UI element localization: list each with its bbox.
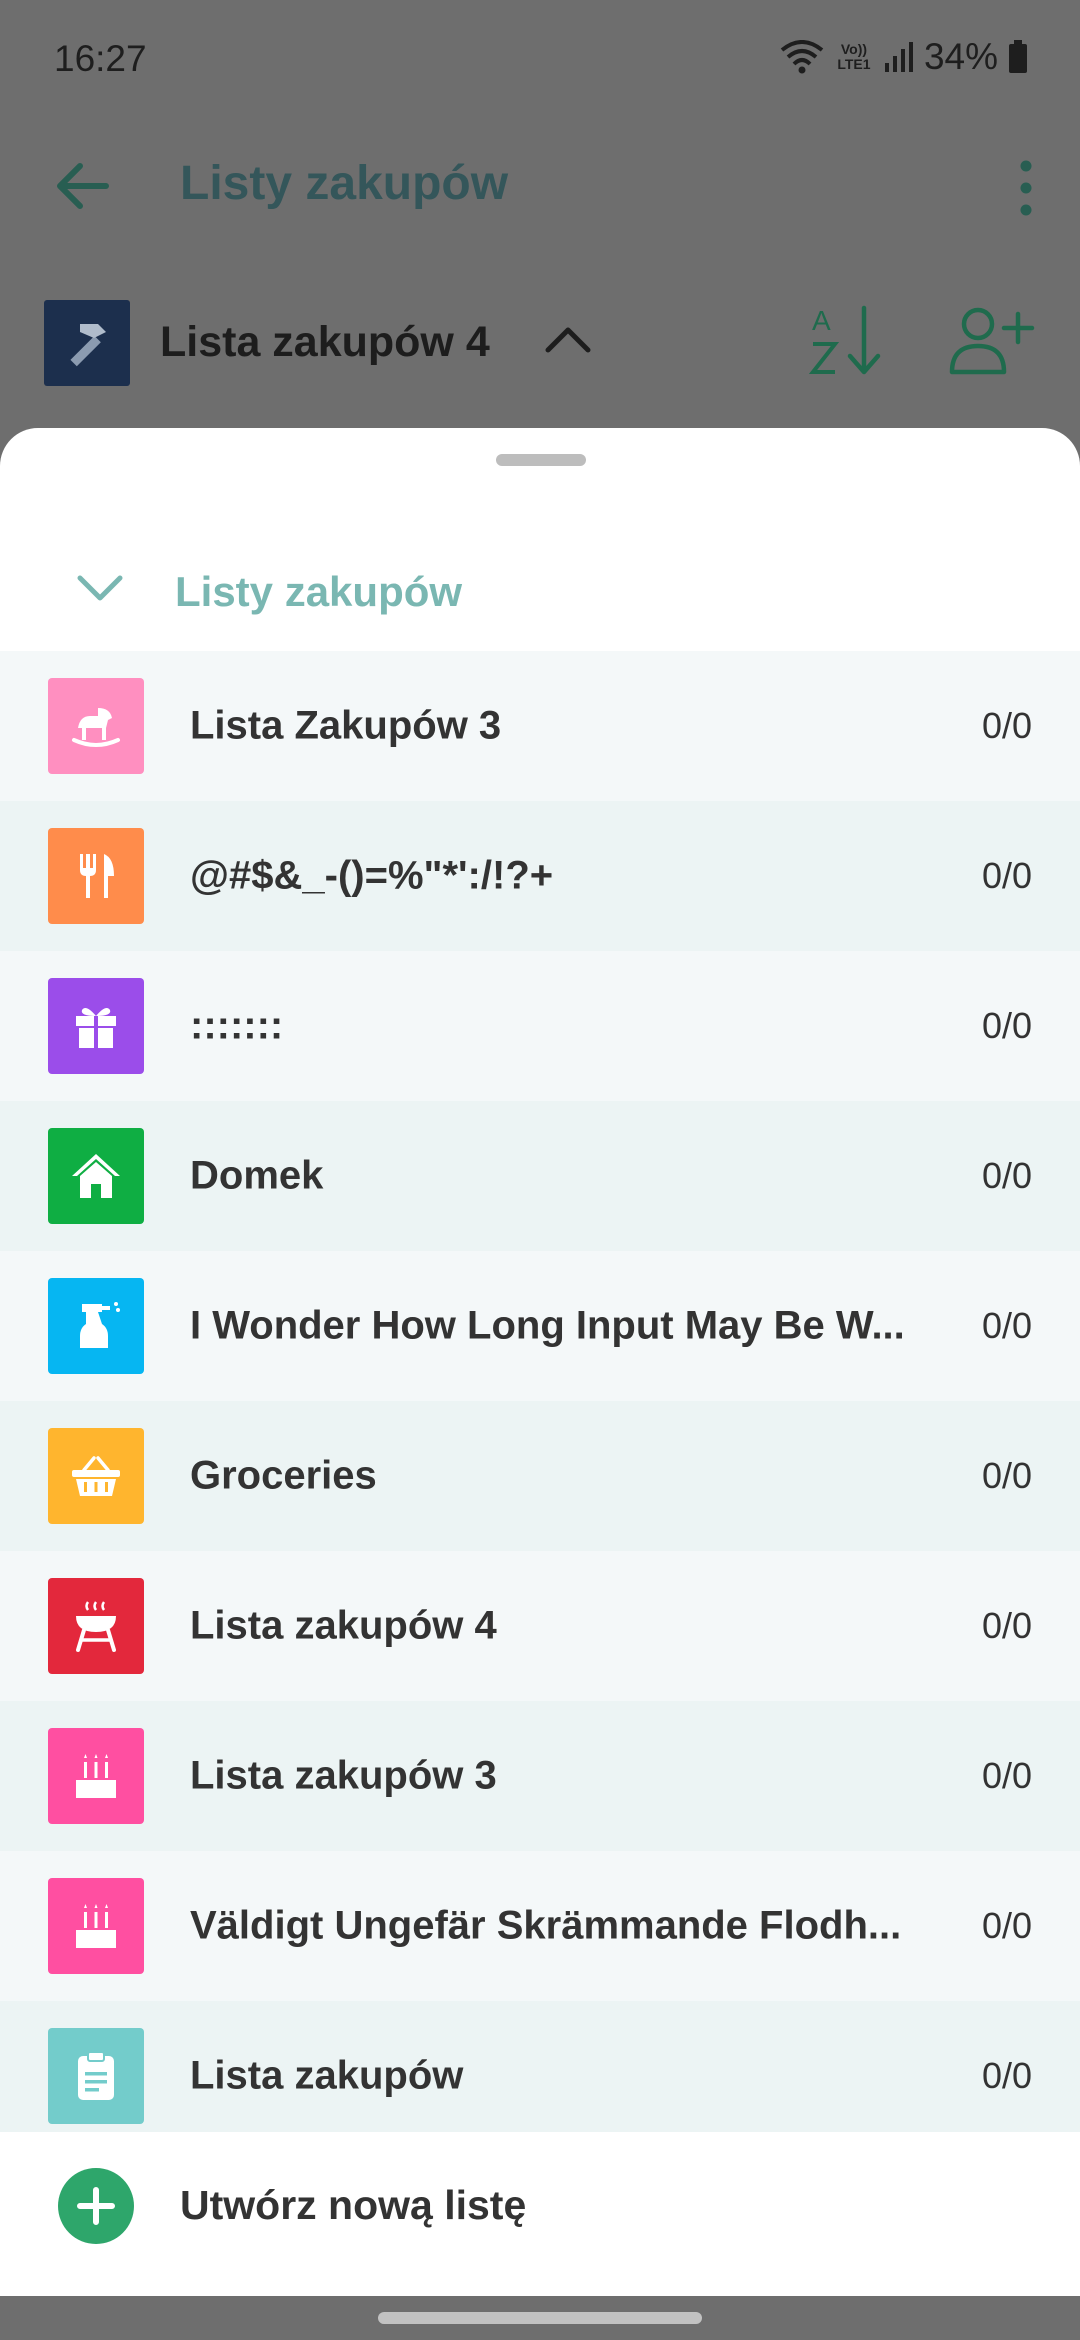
list-item[interactable]: I Wonder How Long Input May Be W... 0/0 [0, 1251, 1080, 1401]
cake-icon [48, 1728, 144, 1824]
home-gesture-bar[interactable] [378, 2312, 702, 2324]
list-item-count: 0/0 [981, 1305, 1032, 1346]
sort-button[interactable]: A [808, 300, 888, 380]
status-icons: Vo)) LTE1 34% [780, 36, 1028, 78]
volte-label: Vo)) LTE1 [837, 41, 871, 72]
list-item[interactable]: Väldigt Ungefär Skrämmande Flodh... 0/0 [0, 1851, 1080, 2001]
basket-icon [48, 1428, 144, 1524]
sheet-drag-handle[interactable] [496, 454, 586, 466]
list-item-label: Groceries [190, 1453, 377, 1498]
list-item-label: Domek [190, 1153, 324, 1198]
list-item-count: 0/0 [981, 1755, 1032, 1796]
list-item-label: I Wonder How Long Input May Be W... [190, 1303, 905, 1348]
sheet-header[interactable]: Listy zakupów [0, 528, 1080, 648]
spray-bottle-icon [48, 1278, 144, 1374]
rocking-horse-icon [48, 678, 144, 774]
screen: 16:27 Vo)) LTE1 34% Listy zakupów Lista … [0, 0, 1080, 2340]
status-bar: 16:27 Vo)) LTE1 34% [0, 0, 1080, 120]
battery-icon [1009, 40, 1027, 73]
list-item[interactable]: Domek 0/0 [0, 1101, 1080, 1251]
hammer-icon [44, 300, 130, 386]
system-nav-bar [0, 2296, 1080, 2340]
list-item[interactable]: Groceries 0/0 [0, 1401, 1080, 1551]
add-person-icon [949, 307, 1035, 375]
list-item-count: 0/0 [981, 1905, 1032, 1946]
list-item-label: Väldigt Ungefär Skrämmande Flodh... [190, 1903, 902, 1948]
list-item-count: 0/0 [981, 855, 1032, 896]
plus-icon [77, 2187, 115, 2225]
status-time: 16:27 [54, 38, 147, 79]
list-item[interactable]: Lista zakupów 4 0/0 [0, 1551, 1080, 1701]
more-vertical-icon [1020, 160, 1032, 216]
list-item-label: Lista zakupów 3 [190, 1753, 497, 1798]
arrow-left-icon [57, 163, 109, 209]
house-icon [48, 1128, 144, 1224]
list-item-count: 0/0 [981, 1455, 1032, 1496]
grill-icon [48, 1578, 144, 1674]
gift-icon [48, 978, 144, 1074]
list-item[interactable]: Lista zakupów 0/0 [0, 2001, 1080, 2151]
app-bar: Listy zakupów [0, 130, 1080, 240]
sheet-title: Listy zakupów [175, 568, 463, 615]
chevron-down-icon[interactable] [70, 558, 130, 618]
list-item[interactable]: Lista zakupów 3 0/0 [0, 1701, 1080, 1851]
chevron-up-icon[interactable] [540, 312, 596, 368]
list-item[interactable]: Lista Zakupów 3 0/0 [0, 651, 1080, 801]
signal-icon [884, 42, 913, 72]
current-list-header: Lista zakupów 4 A [0, 290, 1080, 400]
svg-text:A: A [812, 305, 831, 336]
create-list-label: Utwórz nową listę [180, 2182, 527, 2228]
more-options-button[interactable] [1002, 152, 1050, 224]
list-item-label: ::::::: [190, 1003, 284, 1048]
current-list-name[interactable]: Lista zakupów 4 [160, 318, 490, 367]
shopping-lists: Lista Zakupów 3 0/0 @#$&_-()=%"*':/!?+ 0… [0, 651, 1080, 2151]
back-button[interactable] [48, 150, 120, 222]
sort-alpha-icon: A [808, 305, 881, 375]
app-title: Listy zakupów [180, 157, 509, 210]
list-item-label: Lista zakupów [190, 2053, 464, 2098]
cake-icon [48, 1878, 144, 1974]
clipboard-icon [48, 2028, 144, 2124]
list-item-count: 0/0 [981, 2055, 1032, 2096]
create-list-row[interactable]: Utwórz nową listę [0, 2132, 1080, 2272]
lists-bottom-sheet: Listy zakupów Lista Zakupów 3 0/0 @#$&_-… [0, 428, 1080, 2296]
list-item-label: @#$&_-()=%"*':/!?+ [190, 853, 554, 898]
list-item-label: Lista zakupów 4 [190, 1603, 497, 1648]
list-item-count: 0/0 [981, 705, 1032, 746]
wifi-icon [780, 40, 824, 74]
list-item-count: 0/0 [981, 1155, 1032, 1196]
list-item-count: 0/0 [981, 1005, 1032, 1046]
share-list-button[interactable] [946, 300, 1036, 380]
cutlery-icon [48, 828, 144, 924]
create-list-button[interactable] [58, 2168, 134, 2244]
list-item[interactable]: ::::::: 0/0 [0, 951, 1080, 1101]
battery-percent: 34% [923, 36, 998, 77]
list-item-count: 0/0 [981, 1605, 1032, 1646]
list-item[interactable]: @#$&_-()=%"*':/!?+ 0/0 [0, 801, 1080, 951]
list-item-label: Lista Zakupów 3 [190, 703, 502, 748]
